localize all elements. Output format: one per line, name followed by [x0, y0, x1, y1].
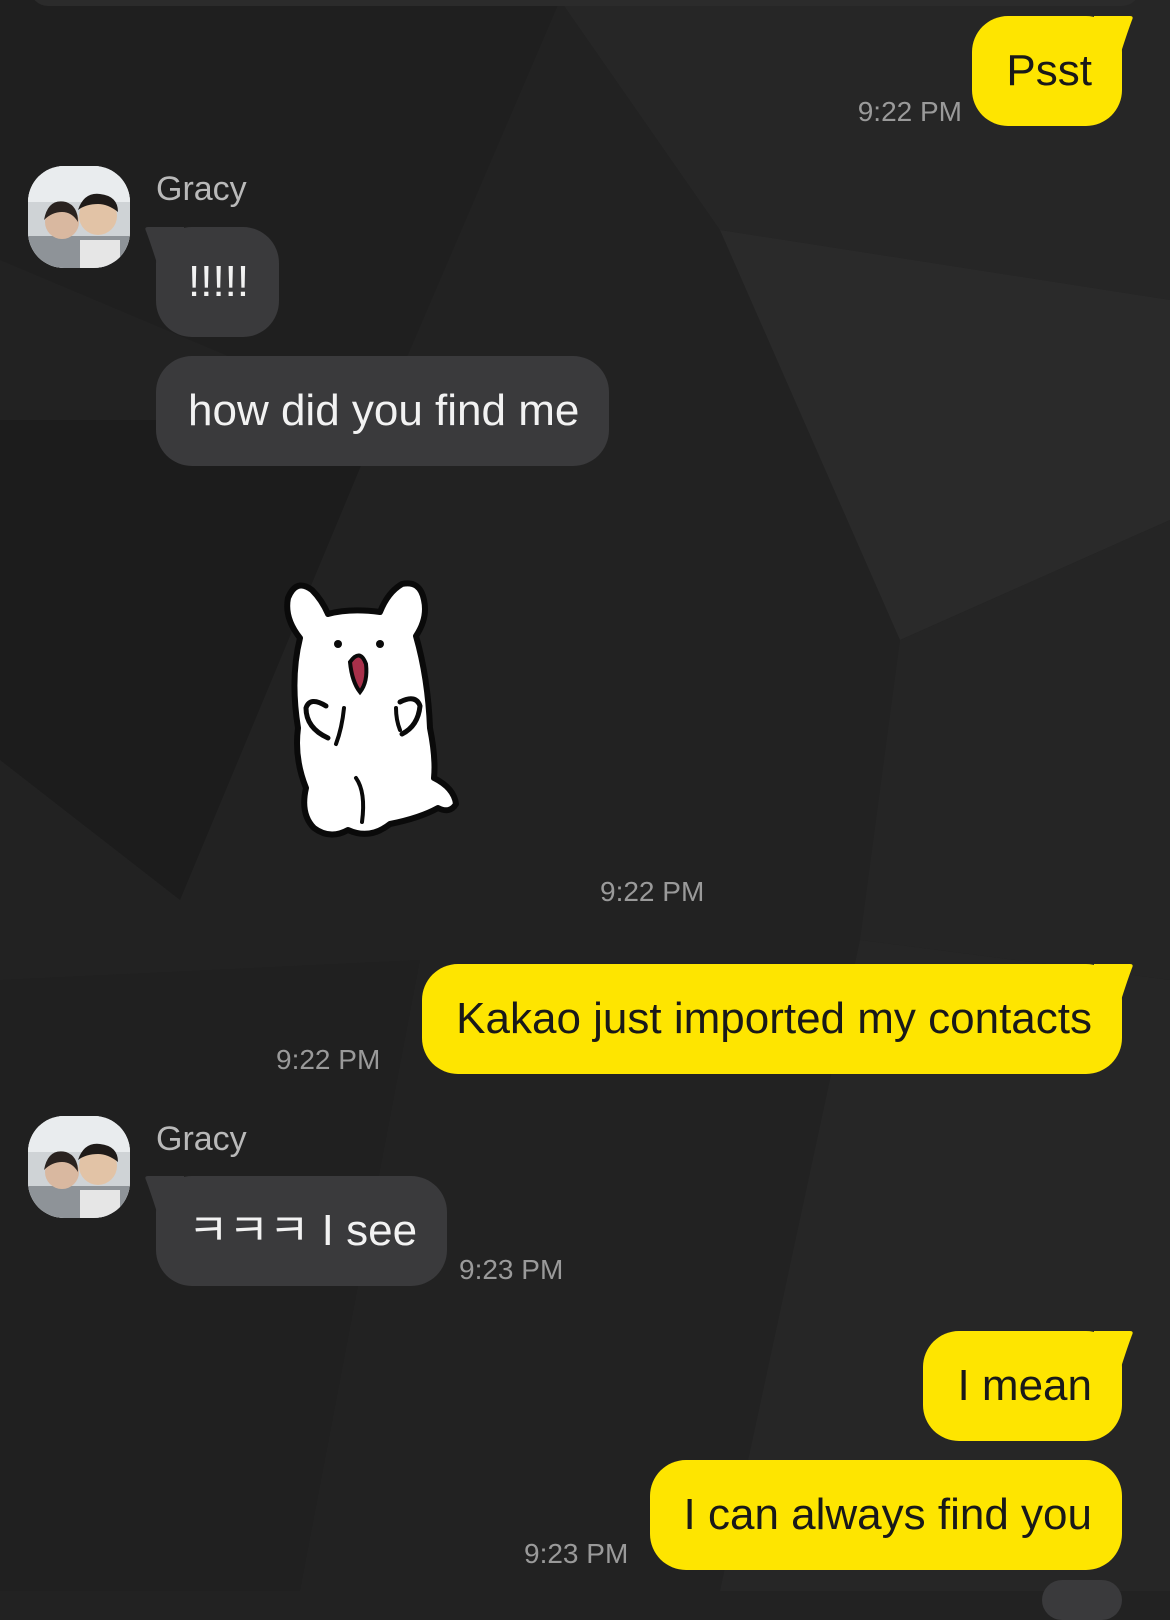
incoming-message-bubble[interactable]: how did you find me [156, 356, 610, 466]
bubble-tail-icon [1094, 1331, 1133, 1377]
contact-avatar[interactable] [28, 166, 130, 268]
contact-avatar[interactable] [28, 1116, 130, 1218]
white-bear-surprised-sticker[interactable] [270, 578, 470, 848]
message-timestamp: 9:23 PM [459, 1254, 564, 1285]
incoming-message-bubble[interactable]: ㅋㅋㅋ I see [145, 1176, 448, 1286]
message-text: Kakao just imported my contacts [456, 994, 1092, 1043]
message-text: ㅋㅋㅋ I see [188, 1206, 418, 1255]
message-text: I can always find you [683, 1490, 1092, 1539]
top-input-bar-edge [30, 0, 1140, 6]
outgoing-message-bubble[interactable]: Psst [972, 16, 1133, 126]
message-text: how did you find me [188, 386, 580, 435]
outgoing-message-bubble[interactable]: I can always find you [649, 1460, 1122, 1570]
bubble-tail-icon [1094, 16, 1133, 62]
bubble-tail-icon [145, 227, 184, 273]
incoming-message-bubble[interactable]: !!!!! [145, 227, 280, 337]
contact-name: Gracy [156, 1120, 247, 1158]
bubble-tail-icon [145, 1176, 184, 1222]
contact-name: Gracy [156, 170, 247, 208]
message-timestamp: 9:22 PM [857, 96, 962, 127]
outgoing-message-bubble[interactable]: Kakao just imported my contacts [422, 964, 1133, 1074]
message-text: !!!!! [188, 257, 250, 306]
message-timestamp: 9:23 PM [524, 1538, 629, 1569]
message-text: Psst [1006, 46, 1092, 95]
scroll-to-bottom-button[interactable] [1042, 1580, 1122, 1620]
message-text: I mean [957, 1361, 1092, 1410]
bubble-tail-icon [1094, 964, 1133, 1010]
outgoing-message-bubble[interactable]: I mean [923, 1331, 1133, 1441]
message-timestamp: 9:22 PM [276, 1044, 381, 1075]
message-timestamp: 9:22 PM [600, 876, 705, 907]
